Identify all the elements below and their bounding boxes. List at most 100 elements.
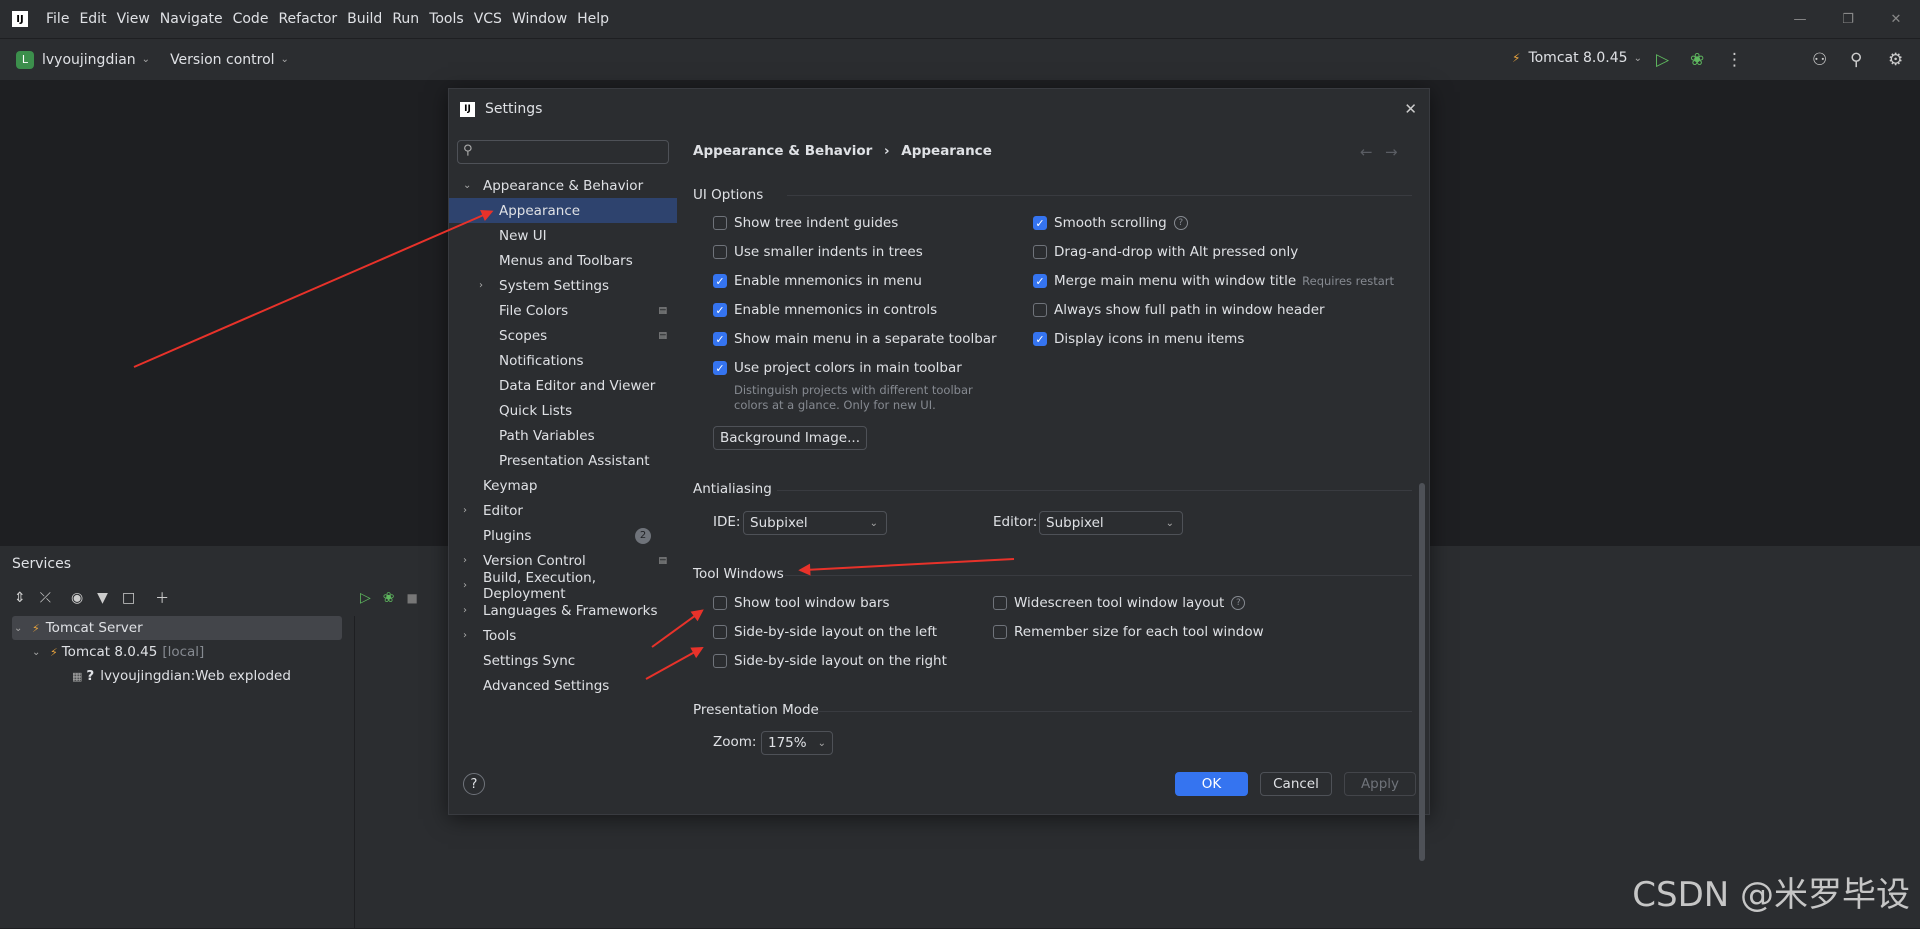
checkbox-box[interactable] <box>993 625 1007 639</box>
apply-button[interactable]: Apply <box>1344 772 1416 796</box>
checkbox-box[interactable] <box>713 625 727 639</box>
checkbox-merge-main-menu[interactable]: ✓Merge main menu with window titleRequir… <box>1033 273 1394 289</box>
version-control-widget[interactable]: Version control <box>170 52 274 68</box>
checkbox-widescreen-layout[interactable]: Widescreen tool window layout? <box>993 595 1245 611</box>
checkbox-box[interactable] <box>713 216 727 230</box>
checkbox-remember-size[interactable]: Remember size for each tool window <box>993 624 1264 640</box>
checkbox-box[interactable] <box>1033 303 1047 317</box>
editor-antialiasing-select[interactable]: Subpixel⌄ <box>1039 511 1183 535</box>
checkbox-box[interactable]: ✓ <box>713 361 727 375</box>
menu-tools[interactable]: Tools <box>429 11 464 27</box>
more-actions-icon[interactable]: ⋮ <box>1726 50 1743 70</box>
chevron-right-icon[interactable]: › <box>463 605 467 616</box>
nav-scopes[interactable]: Scopes▤ <box>449 323 677 348</box>
checkbox-full-path-header[interactable]: Always show full path in window header <box>1033 302 1325 318</box>
checkbox-box[interactable]: ✓ <box>713 303 727 317</box>
nav-presentation-assistant[interactable]: Presentation Assistant <box>449 448 677 473</box>
menu-help[interactable]: Help <box>577 11 609 27</box>
run-icon[interactable]: ▷ <box>360 590 371 606</box>
settings-search-input[interactable]: ⚲ <box>457 140 669 164</box>
nav-advanced-settings[interactable]: Advanced Settings <box>449 673 677 698</box>
chevron-down-icon[interactable]: ⌄ <box>32 647 50 658</box>
nav-new-ui[interactable]: New UI <box>449 223 677 248</box>
nav-menus-toolbars[interactable]: Menus and Toolbars <box>449 248 677 273</box>
menu-navigate[interactable]: Navigate <box>160 11 223 27</box>
checkbox-box[interactable] <box>713 654 727 668</box>
tree-row-tomcat-server[interactable]: ⌄ ⚡ Tomcat Server <box>12 616 342 640</box>
nav-notifications[interactable]: Notifications <box>449 348 677 373</box>
expand-all-icon[interactable]: ⇕ <box>14 590 26 606</box>
restore-icon[interactable]: ❐ <box>1824 0 1872 38</box>
nav-editor[interactable]: ›Editor <box>449 498 677 523</box>
checkbox-drag-drop-alt[interactable]: Drag-and-drop with Alt pressed only <box>1033 244 1298 260</box>
chevron-down-icon[interactable]: ⌄ <box>463 180 471 191</box>
chevron-right-icon[interactable]: › <box>463 505 467 516</box>
checkbox-box[interactable]: ✓ <box>1033 216 1047 230</box>
menu-window[interactable]: Window <box>512 11 567 27</box>
nav-quick-lists[interactable]: Quick Lists <box>449 398 677 423</box>
checkbox-smaller-indents[interactable]: Use smaller indents in trees <box>713 244 923 260</box>
menu-file[interactable]: File <box>46 11 69 27</box>
cancel-button[interactable]: Cancel <box>1260 772 1332 796</box>
chevron-down-icon[interactable]: ⌄ <box>281 54 289 65</box>
checkbox-box[interactable] <box>713 245 727 259</box>
intellij-logo-icon[interactable]: IJ <box>12 11 28 27</box>
checkbox-side-by-side-left[interactable]: Side-by-side layout on the left <box>713 624 937 640</box>
collapse-all-icon[interactable]: ⤫ <box>40 590 51 606</box>
chevron-down-icon[interactable]: ⌄ <box>14 623 32 634</box>
menu-build[interactable]: Build <box>347 11 382 27</box>
forward-arrow-icon[interactable]: → <box>1385 143 1398 161</box>
debug-icon[interactable]: ❀ <box>383 590 395 606</box>
filter-icon[interactable]: ▼ <box>97 590 108 606</box>
close-icon[interactable]: ✕ <box>1404 100 1417 118</box>
checkbox-box[interactable] <box>713 596 727 610</box>
breadcrumb-parent[interactable]: Appearance & Behavior <box>693 143 872 159</box>
nav-system-settings[interactable]: › System Settings <box>449 273 677 298</box>
nav-settings-sync[interactable]: Settings Sync <box>449 648 677 673</box>
checkbox-box[interactable] <box>1033 245 1047 259</box>
nav-tools[interactable]: ›Tools <box>449 623 677 648</box>
menu-run[interactable]: Run <box>392 11 419 27</box>
nav-plugins[interactable]: Plugins 2 <box>449 523 677 548</box>
nav-appearance-behavior[interactable]: ⌄ Appearance & Behavior <box>449 173 677 198</box>
stop-icon[interactable]: ■ <box>407 591 418 605</box>
checkbox-mnemonics-controls[interactable]: ✓Enable mnemonics in controls <box>713 302 937 318</box>
menu-vcs[interactable]: VCS <box>474 11 502 27</box>
checkbox-box[interactable]: ✓ <box>713 332 727 346</box>
tree-row-tomcat-instance[interactable]: ⌄ ⚡ Tomcat 8.0.45 [local] <box>0 640 354 664</box>
chevron-right-icon[interactable]: › <box>463 630 467 641</box>
minimize-icon[interactable]: — <box>1776 0 1824 38</box>
checkbox-main-menu-toolbar[interactable]: ✓Show main menu in a separate toolbar <box>713 331 997 347</box>
menu-refactor[interactable]: Refactor <box>278 11 337 27</box>
project-badge[interactable]: L <box>16 51 34 69</box>
checkbox-side-by-side-right[interactable]: Side-by-side layout on the right <box>713 653 947 669</box>
run-icon[interactable]: ▷ <box>1656 50 1669 70</box>
checkbox-box[interactable] <box>993 596 1007 610</box>
help-icon[interactable]: ? <box>1231 596 1245 610</box>
checkbox-smooth-scrolling[interactable]: ✓Smooth scrolling? <box>1033 215 1188 231</box>
menu-edit[interactable]: Edit <box>79 11 106 27</box>
chevron-right-icon[interactable]: › <box>479 280 483 291</box>
new-tab-icon[interactable]: □ <box>122 590 135 606</box>
nav-data-editor[interactable]: Data Editor and Viewer <box>449 373 677 398</box>
checkbox-box[interactable]: ✓ <box>1033 274 1047 288</box>
nav-build-execution[interactable]: ›Build, Execution, Deployment <box>449 573 677 598</box>
back-arrow-icon[interactable]: ← <box>1360 143 1373 161</box>
eye-icon[interactable]: ◉ <box>71 590 83 606</box>
nav-languages-frameworks[interactable]: ›Languages & Frameworks <box>449 598 677 623</box>
run-config-selector[interactable]: ⚡ Tomcat 8.0.45 ⌄ <box>1512 50 1642 66</box>
chevron-down-icon[interactable]: ⌄ <box>142 54 150 65</box>
nav-keymap[interactable]: Keymap <box>449 473 677 498</box>
add-user-icon[interactable]: ⚇ <box>1812 50 1827 70</box>
tree-row-artifact[interactable]: ▦ ? lvyoujingdian:Web exploded <box>0 664 354 688</box>
debug-icon[interactable]: ❀ <box>1690 50 1704 70</box>
nav-file-colors[interactable]: File Colors▤ <box>449 298 677 323</box>
ide-antialiasing-select[interactable]: Subpixel⌄ <box>743 511 887 535</box>
checkbox-box[interactable]: ✓ <box>713 274 727 288</box>
add-icon[interactable]: ＋ <box>155 588 169 608</box>
background-image-button[interactable]: Background Image... <box>713 426 867 450</box>
checkbox-menu-icons[interactable]: ✓Display icons in menu items <box>1033 331 1244 347</box>
ok-button[interactable]: OK <box>1175 772 1248 796</box>
project-name[interactable]: lvyoujingdian <box>42 52 136 68</box>
chevron-right-icon[interactable]: › <box>463 555 467 566</box>
